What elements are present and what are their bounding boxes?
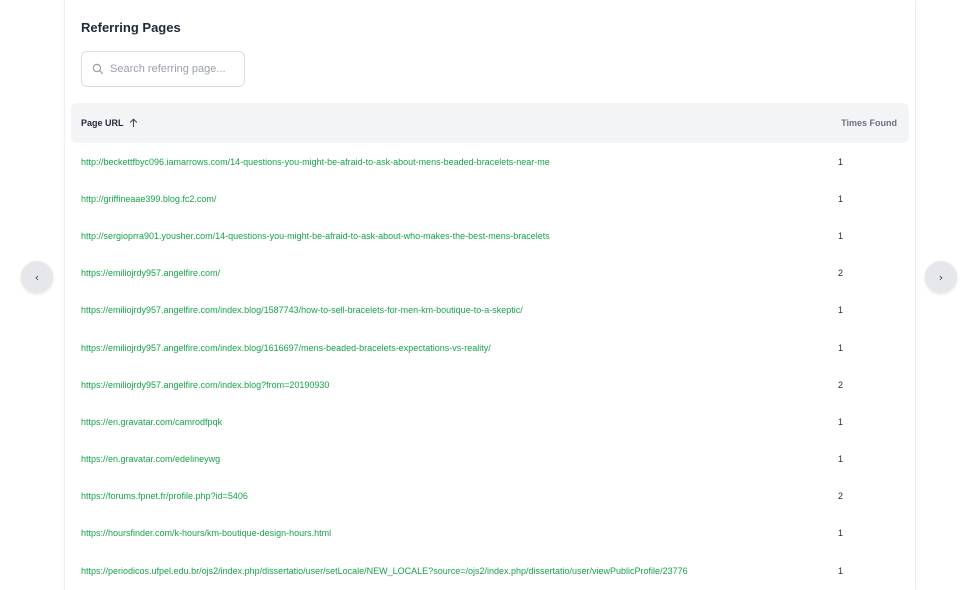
table-body: http://beckettfbyc096.iamarrows.com/14-q… [81, 143, 909, 589]
search-icon [92, 63, 104, 75]
page-url-link[interactable]: https://periodicos.ufpel.edu.br/ojs2/ind… [81, 566, 688, 576]
table-row: http://sergioprra901.yousher.com/14-ques… [81, 217, 909, 254]
table-row: https://emiliojrdy957.angelfire.com/2 [81, 255, 909, 292]
chevron-left-icon: ‹ [34, 270, 40, 284]
table-header: Page URL Times Found [71, 103, 909, 143]
search-input[interactable] [110, 63, 240, 75]
referring-pages-card: Referring Pages Page URL Tim [64, 0, 916, 590]
page-url-link[interactable]: https://en.gravatar.com/edelineywg [81, 454, 220, 464]
table-row: https://emiliojrdy957.angelfire.com/inde… [81, 329, 909, 366]
page-url-link[interactable]: https://forums.fpnet.fr/profile.php?id=5… [81, 491, 248, 501]
page-url-link[interactable]: https://emiliojrdy957.angelfire.com/inde… [81, 305, 523, 315]
page-url-link[interactable]: https://en.gravatar.com/camrodfpqk [81, 417, 222, 427]
times-found-value: 2 [838, 268, 844, 279]
times-found-value: 1 [838, 342, 844, 353]
chevron-right-icon: › [938, 270, 944, 284]
times-found-value: 1 [838, 528, 844, 539]
times-found-value: 1 [838, 230, 844, 241]
page-url-link[interactable]: http://beckettfbyc096.iamarrows.com/14-q… [81, 157, 550, 167]
table-row: https://en.gravatar.com/camrodfpqk 1 [81, 403, 909, 440]
times-found-value: 2 [838, 491, 844, 502]
page-url-link[interactable]: https://emiliojrdy957.angelfire.com/ [81, 268, 220, 278]
card-title: Referring Pages [81, 20, 181, 35]
times-found-value: 2 [838, 379, 844, 390]
previous-button[interactable]: ‹ [21, 261, 53, 293]
column-header-times-found[interactable]: Times Found [841, 103, 897, 143]
table-row: https://forums.fpnet.fr/profile.php?id=5… [81, 478, 909, 515]
page-url-link[interactable]: https://emiliojrdy957.angelfire.com/inde… [81, 343, 491, 353]
table-row: https://emiliojrdy957.angelfire.com/inde… [81, 292, 909, 329]
table-row: http://beckettfbyc096.iamarrows.com/14-q… [81, 143, 909, 180]
times-found-value: 1 [838, 565, 844, 576]
search-box[interactable] [81, 51, 245, 87]
arrow-up-icon [129, 118, 138, 128]
table-row: https://en.gravatar.com/edelineywg 1 [81, 441, 909, 478]
times-found-value: 1 [838, 416, 844, 427]
times-found-value: 1 [838, 305, 844, 316]
page-url-link[interactable]: https://emiliojrdy957.angelfire.com/inde… [81, 380, 329, 390]
page: Referring Pages Page URL Tim [0, 0, 980, 590]
page-url-link[interactable]: http://griffineaae399.blog.fc2.com/ [81, 194, 216, 204]
times-found-value: 1 [838, 156, 844, 167]
column-header-page-url[interactable]: Page URL [81, 103, 138, 143]
times-found-value: 1 [838, 193, 844, 204]
next-button[interactable]: › [925, 261, 957, 293]
column-header-page-url-label: Page URL [81, 118, 124, 128]
table-row: https://periodicos.ufpel.edu.br/ojs2/ind… [81, 552, 909, 589]
page-url-link[interactable]: http://sergioprra901.yousher.com/14-ques… [81, 231, 550, 241]
page-url-link[interactable]: https://hoursfinder.com/k-hours/km-bouti… [81, 528, 331, 538]
times-found-value: 1 [838, 454, 844, 465]
table-row: https://emiliojrdy957.angelfire.com/inde… [81, 366, 909, 403]
table-row: http://griffineaae399.blog.fc2.com/1 [81, 180, 909, 217]
table-row: https://hoursfinder.com/k-hours/km-bouti… [81, 515, 909, 552]
